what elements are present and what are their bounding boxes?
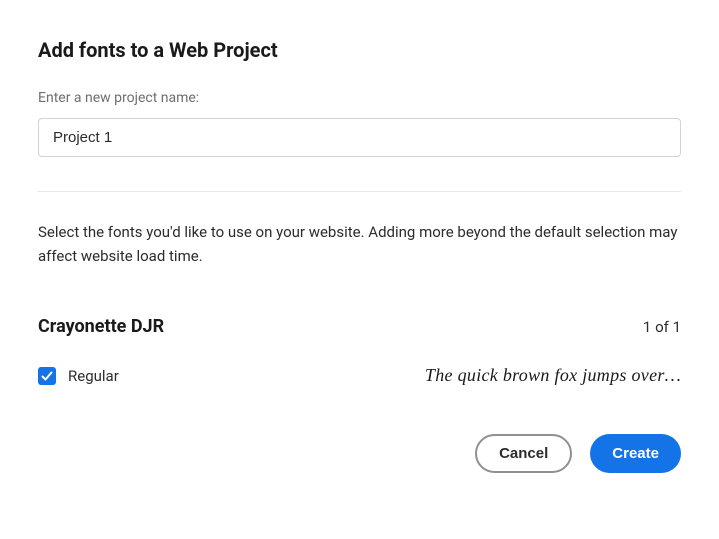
cancel-button[interactable]: Cancel xyxy=(475,434,572,473)
checkmark-icon xyxy=(41,370,53,382)
dialog-button-row: Cancel Create xyxy=(38,434,681,473)
font-family-name: Crayonette DJR xyxy=(38,316,164,337)
divider xyxy=(38,191,681,192)
selection-description: Select the fonts you'd like to use on yo… xyxy=(38,220,681,268)
variant-checkbox[interactable] xyxy=(38,367,56,385)
create-button[interactable]: Create xyxy=(590,434,681,473)
font-family-header: Crayonette DJR 1 of 1 xyxy=(38,316,681,337)
variant-label: Regular xyxy=(68,367,119,385)
font-sample-text: The quick brown fox jumps over… xyxy=(425,365,681,386)
dialog-title: Add fonts to a Web Project xyxy=(38,38,681,62)
font-variant-count: 1 of 1 xyxy=(643,318,681,336)
project-name-input[interactable] xyxy=(38,118,681,157)
font-variant-row: Regular The quick brown fox jumps over… xyxy=(38,365,681,386)
project-name-label: Enter a new project name: xyxy=(38,90,681,106)
